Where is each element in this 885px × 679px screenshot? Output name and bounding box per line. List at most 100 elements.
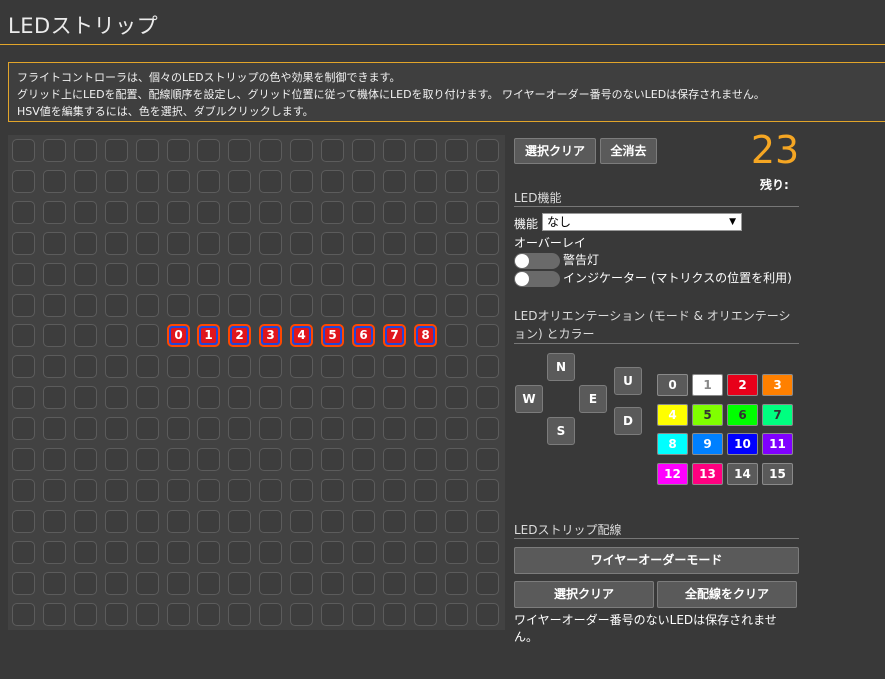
grid-cell[interactable] (105, 170, 128, 193)
grid-cell[interactable] (12, 263, 35, 286)
grid-cell[interactable] (136, 541, 159, 564)
grid-cell[interactable] (321, 170, 344, 193)
grid-cell[interactable] (12, 417, 35, 440)
grid-cell[interactable] (105, 510, 128, 533)
grid-cell[interactable] (383, 448, 406, 471)
grid-cell[interactable] (290, 201, 313, 224)
color-swatch-9[interactable]: 9 (692, 433, 723, 455)
color-swatch-3[interactable]: 3 (762, 374, 793, 396)
led-cell[interactable]: 0 (167, 324, 190, 347)
grid-cell[interactable] (197, 139, 220, 162)
grid-cell[interactable] (197, 541, 220, 564)
grid-cell[interactable] (167, 448, 190, 471)
led-cell[interactable]: 4 (290, 324, 313, 347)
grid-cell[interactable] (445, 479, 468, 502)
grid-cell[interactable] (414, 541, 437, 564)
grid-cell[interactable] (352, 294, 375, 317)
clear-all-wiring-button[interactable]: 全配線をクリア (657, 581, 797, 608)
color-swatch-8[interactable]: 8 (657, 433, 688, 455)
grid-cell[interactable] (136, 603, 159, 626)
grid-cell[interactable] (476, 294, 499, 317)
grid-cell[interactable] (290, 232, 313, 255)
grid-cell[interactable] (259, 201, 282, 224)
grid-cell[interactable] (105, 386, 128, 409)
grid-cell[interactable] (136, 355, 159, 378)
grid-cell[interactable] (383, 294, 406, 317)
direction-w-button[interactable]: W (515, 385, 543, 413)
color-swatch-11[interactable]: 11 (762, 433, 793, 455)
grid-cell[interactable] (167, 417, 190, 440)
grid-cell[interactable] (383, 263, 406, 286)
wire-order-mode-button[interactable]: ワイヤーオーダーモード (514, 547, 799, 574)
grid-cell[interactable] (445, 139, 468, 162)
grid-cell[interactable] (383, 355, 406, 378)
grid-cell[interactable] (321, 603, 344, 626)
color-swatch-13[interactable]: 13 (692, 463, 723, 485)
grid-cell[interactable] (136, 170, 159, 193)
grid-cell[interactable] (167, 201, 190, 224)
grid-cell[interactable] (290, 448, 313, 471)
grid-cell[interactable] (43, 294, 66, 317)
grid-cell[interactable] (290, 417, 313, 440)
grid-cell[interactable] (197, 572, 220, 595)
grid-cell[interactable] (105, 448, 128, 471)
grid-cell[interactable] (445, 201, 468, 224)
grid-cell[interactable] (321, 417, 344, 440)
grid-cell[interactable] (12, 201, 35, 224)
grid-cell[interactable] (43, 479, 66, 502)
grid-cell[interactable] (383, 510, 406, 533)
grid-cell[interactable] (414, 170, 437, 193)
grid-cell[interactable] (290, 263, 313, 286)
grid-cell[interactable] (197, 603, 220, 626)
grid-cell[interactable] (167, 386, 190, 409)
grid-cell[interactable] (228, 232, 251, 255)
grid-cell[interactable] (228, 448, 251, 471)
grid-cell[interactable] (228, 510, 251, 533)
grid-cell[interactable] (352, 386, 375, 409)
grid-cell[interactable] (321, 355, 344, 378)
grid-cell[interactable] (74, 139, 97, 162)
grid-cell[interactable] (259, 170, 282, 193)
grid-cell[interactable] (228, 355, 251, 378)
grid-cell[interactable] (167, 170, 190, 193)
grid-cell[interactable] (321, 448, 344, 471)
grid-cell[interactable] (352, 139, 375, 162)
grid-cell[interactable] (136, 386, 159, 409)
grid-cell[interactable] (445, 417, 468, 440)
grid-cell[interactable] (12, 510, 35, 533)
grid-cell[interactable] (105, 263, 128, 286)
grid-cell[interactable] (383, 572, 406, 595)
grid-cell[interactable] (12, 448, 35, 471)
grid-cell[interactable] (476, 170, 499, 193)
grid-cell[interactable] (12, 324, 35, 347)
grid-cell[interactable] (352, 263, 375, 286)
grid-cell[interactable] (12, 170, 35, 193)
grid-cell[interactable] (290, 294, 313, 317)
grid-cell[interactable] (12, 355, 35, 378)
grid-cell[interactable] (136, 232, 159, 255)
grid-cell[interactable] (290, 170, 313, 193)
clear-all-button[interactable]: 全消去 (600, 138, 657, 164)
grid-cell[interactable] (259, 479, 282, 502)
grid-cell[interactable] (228, 572, 251, 595)
grid-cell[interactable] (445, 510, 468, 533)
grid-cell[interactable] (414, 294, 437, 317)
grid-cell[interactable] (259, 572, 282, 595)
grid-cell[interactable] (228, 541, 251, 564)
grid-cell[interactable] (12, 541, 35, 564)
grid-cell[interactable] (105, 479, 128, 502)
grid-cell[interactable] (197, 294, 220, 317)
grid-cell[interactable] (476, 386, 499, 409)
direction-s-button[interactable]: S (547, 417, 575, 445)
grid-cell[interactable] (445, 572, 468, 595)
grid-cell[interactable] (445, 232, 468, 255)
grid-cell[interactable] (259, 603, 282, 626)
grid-cell[interactable] (321, 201, 344, 224)
grid-cell[interactable] (383, 417, 406, 440)
led-cell[interactable]: 1 (197, 324, 220, 347)
grid-cell[interactable] (414, 448, 437, 471)
grid-cell[interactable] (383, 479, 406, 502)
grid-cell[interactable] (228, 201, 251, 224)
grid-cell[interactable] (136, 263, 159, 286)
grid-cell[interactable] (43, 541, 66, 564)
